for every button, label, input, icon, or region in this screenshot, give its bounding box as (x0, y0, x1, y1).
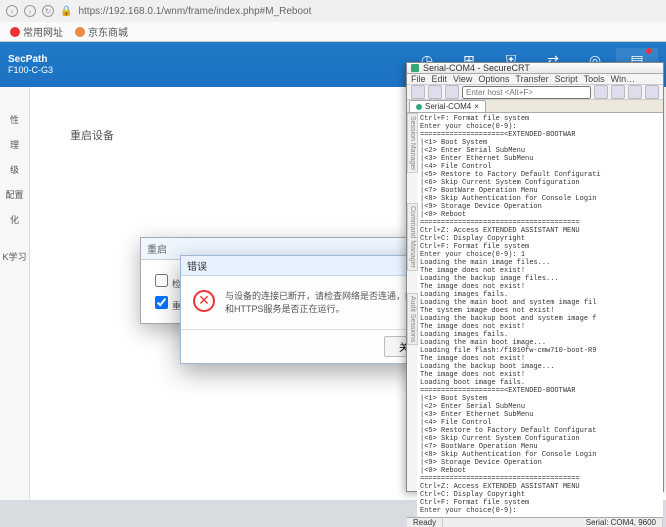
forward-icon[interactable]: › (24, 5, 36, 17)
bookmark-label: 常用网址 (23, 24, 63, 39)
lock-icon: 🔒 (60, 6, 72, 17)
crt-sidebar-tab[interactable]: Command Manager (407, 203, 418, 271)
crt-tab-serial[interactable]: Serial-COM4 × (409, 100, 486, 112)
crt-sidebar-tab[interactable]: Audit Sessions (407, 293, 418, 345)
toolbar-icon[interactable] (594, 85, 608, 99)
crt-titlebar: Serial-COM4 - SecureCRT (407, 63, 663, 74)
connection-indicator-icon (416, 104, 422, 110)
menu-item-tools[interactable]: Tools (584, 74, 605, 84)
toolbar-icon[interactable] (411, 85, 425, 99)
bookmark-label: 京东商城 (88, 24, 128, 39)
menu-item-script[interactable]: Script (555, 74, 578, 84)
crt-sidebar-tab[interactable]: Session Manager (407, 113, 418, 173)
crt-menubar[interactable]: File Edit View Options Transfer Script Tools Wi… (407, 74, 663, 85)
crt-app-icon (411, 64, 419, 72)
toolbar-icon[interactable] (611, 85, 625, 99)
error-text: 与设备的连接已断开，请检查网络是否连通，HTTP和HTTPS服务是否正在运行。 (225, 290, 432, 315)
error-dialog-title: 错误 (181, 256, 444, 276)
menu-item-options[interactable]: Options (478, 74, 509, 84)
status-left: Ready (407, 518, 443, 527)
sidebar-item[interactable]: 性 (0, 107, 29, 132)
toolbar-icon[interactable] (428, 85, 442, 99)
toolbar-icon[interactable] (645, 85, 659, 99)
terminal-output[interactable]: Ctrl+F: Format file system Enter your ch… (417, 113, 663, 517)
sidebar-item[interactable]: 级 (0, 157, 29, 182)
badge-icon (646, 48, 652, 54)
status-right: Serial: COM4, 9600 (580, 518, 663, 527)
bookmark-item-frequent[interactable]: 常用网址 (10, 24, 63, 39)
toolbar-icon[interactable] (445, 85, 459, 99)
bookmark-item-jd[interactable]: 京东商城 (75, 24, 128, 39)
bookmark-icon (10, 27, 20, 37)
crt-toolbar[interactable] (407, 85, 663, 100)
sidebar-item[interactable]: 化 (0, 207, 29, 232)
sidebar-item[interactable]: 理 (0, 132, 29, 157)
sidebar: 性理级配置化 K学习 (0, 87, 30, 500)
menu-item-edit[interactable]: Edit (432, 74, 448, 84)
crt-tabs: Serial-COM4 × (407, 100, 663, 113)
menu-item-view[interactable]: View (453, 74, 472, 84)
host-input[interactable] (462, 86, 591, 99)
close-tab-icon[interactable]: × (474, 102, 479, 111)
brand-logo: SecPath F100-C-G3 (8, 54, 53, 75)
browser-toolbar: ‹ › ↻ 🔒 https://192.168.0.1/wnm/frame/in… (0, 0, 666, 22)
sidebar-item[interactable]: 配置 (0, 182, 29, 207)
back-icon[interactable]: ‹ (6, 5, 18, 17)
crt-sidebar-tabs[interactable]: Session Manager Command Manager Audit Sess… (407, 113, 417, 517)
menu-item-file[interactable]: File (411, 74, 426, 84)
reload-icon[interactable]: ↻ (42, 5, 54, 17)
crt-statusbar: Ready Serial: COM4, 9600 (407, 517, 663, 527)
bookmark-icon (75, 27, 85, 37)
sidebar-item[interactable]: K学习 (0, 244, 29, 269)
menu-item-win…[interactable]: Win… (611, 74, 636, 84)
menu-item-transfer[interactable]: Transfer (515, 74, 548, 84)
bookmark-bar: 常用网址 京东商城 (0, 22, 666, 42)
address-bar[interactable]: https://192.168.0.1/wnm/frame/index.php#… (78, 6, 311, 17)
error-icon: ✕ (193, 290, 215, 312)
sidebar-item[interactable] (0, 232, 29, 244)
toolbar-icon[interactable] (628, 85, 642, 99)
securecrt-window: Serial-COM4 - SecureCRT File Edit View Opti… (406, 62, 664, 492)
